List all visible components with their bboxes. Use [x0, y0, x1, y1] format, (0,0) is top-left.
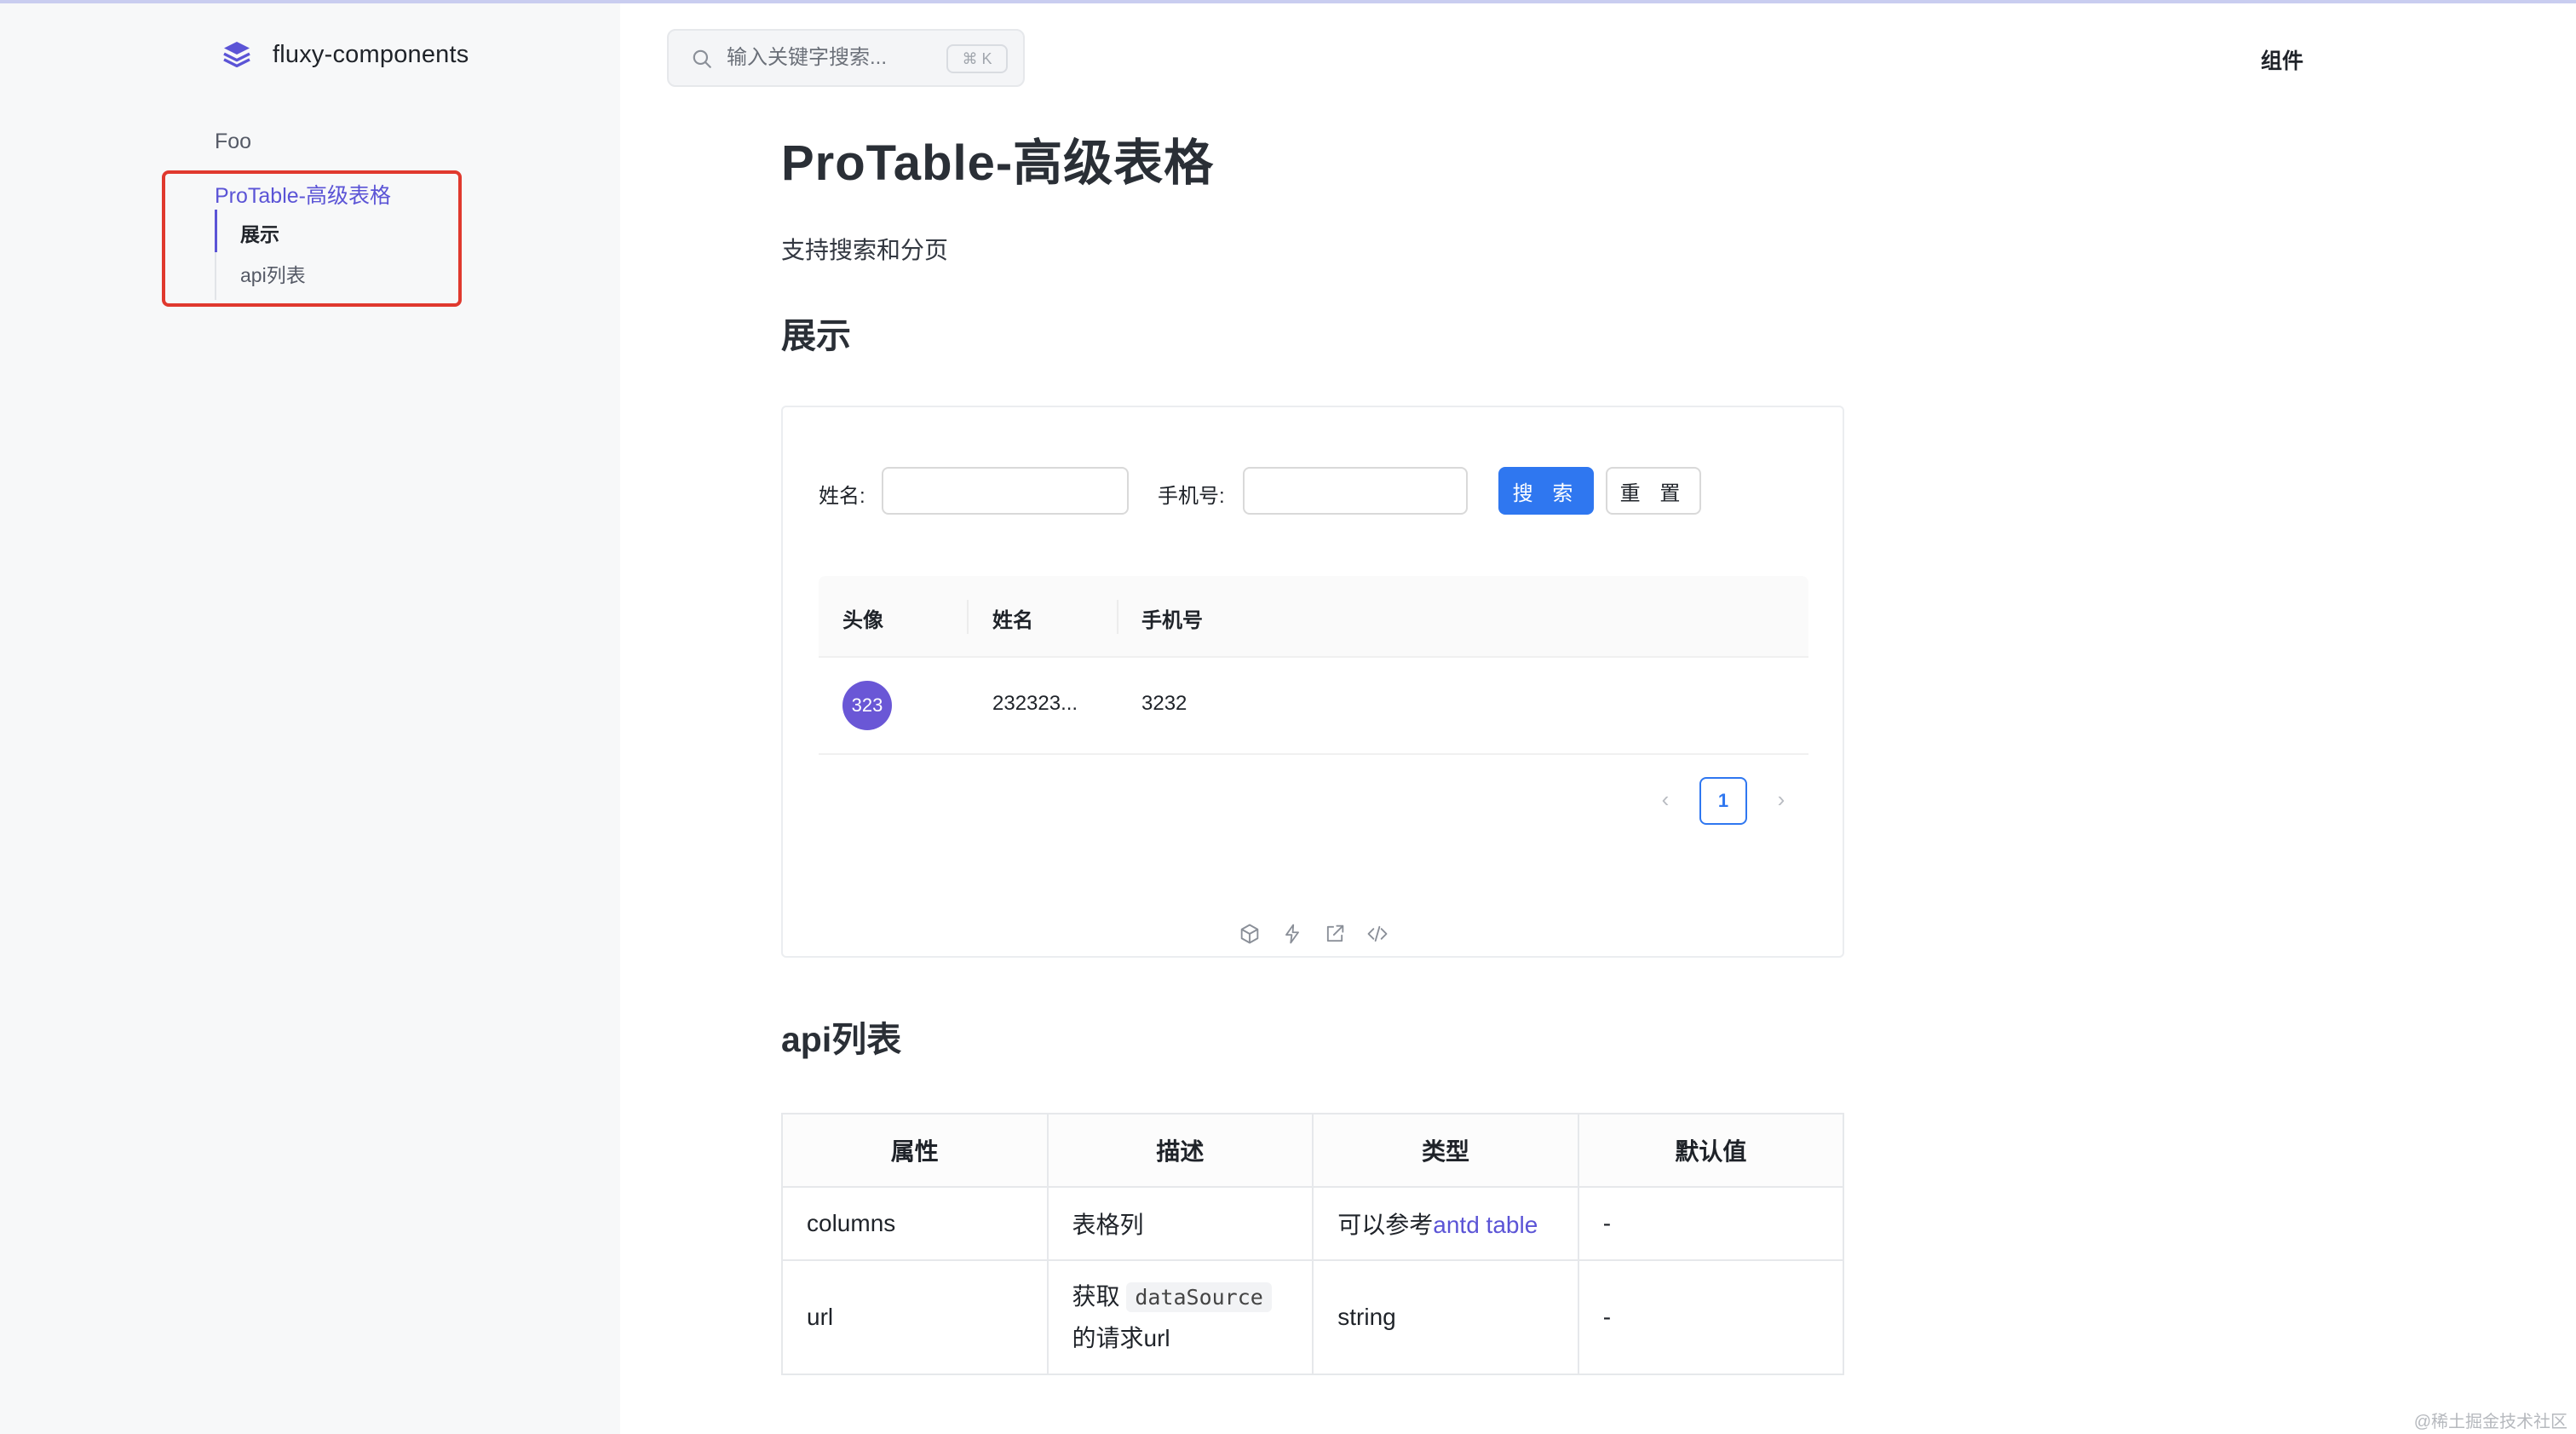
api-table: 属性 描述 类型 默认值 columns 表格列 可以参考antd table … [781, 1113, 1845, 1375]
table-row[interactable]: 323 232323... 3232 [819, 658, 1808, 755]
inline-code: dataSource [1126, 1281, 1272, 1312]
reset-button[interactable]: 重 置 [1606, 467, 1701, 515]
sidebar-item-protable[interactable]: ProTable-高级表格 [215, 179, 391, 210]
codesandbox-icon[interactable] [1238, 922, 1262, 946]
api-table-row: url 获取 dataSource 的请求url string - [781, 1259, 1845, 1375]
logo[interactable]: fluxy-components [220, 37, 469, 72]
section-title-demo: 展示 [781, 316, 851, 355]
lightning-icon[interactable] [1280, 922, 1304, 946]
desc-suffix: 的请求url [1072, 1324, 1170, 1351]
pagination-prev-button[interactable]: ‹ [1648, 782, 1682, 816]
column-divider [1117, 600, 1118, 634]
column-header-phone[interactable]: 手机号 [1141, 603, 1203, 633]
name-label: 姓名: [819, 485, 865, 508]
desc-prefix: 获取 [1072, 1282, 1120, 1310]
column-header-name[interactable]: 姓名 [992, 603, 1033, 633]
api-cell-prop: columns [781, 1186, 1049, 1261]
phone-input[interactable] [1243, 467, 1468, 515]
api-table-row: columns 表格列 可以参考antd table - [781, 1186, 1845, 1261]
type-prefix: 可以参考 [1337, 1212, 1434, 1238]
api-cell-default: - [1577, 1186, 1845, 1261]
api-cell-default: - [1577, 1259, 1845, 1375]
search-shortcut-badge: ⌘ K [946, 44, 1008, 73]
sidebar-item-foo[interactable]: Foo [215, 130, 251, 154]
app-title: fluxy-components [273, 40, 469, 68]
pagination-next-button[interactable]: › [1764, 782, 1798, 816]
search-icon [693, 49, 711, 68]
watermark: @稀土掘金技术社区 [2413, 1413, 2567, 1431]
subnav-active-indicator [215, 210, 217, 252]
page-description: 支持搜索和分页 [781, 237, 949, 263]
section-title-api: api列表 [781, 1020, 902, 1059]
phone-label: 手机号: [1158, 485, 1225, 508]
page-title: ProTable-高级表格 [781, 135, 1215, 191]
api-header-desc: 描述 [1046, 1113, 1314, 1188]
api-table-header: 属性 描述 类型 默认值 [781, 1113, 1845, 1188]
sidebar-subitem-demo[interactable]: 展示 [240, 218, 279, 247]
api-cell-desc: 表格列 [1046, 1186, 1314, 1261]
sidebar-subitem-api[interactable]: api列表 [240, 259, 306, 288]
search-bar[interactable]: ⌘ K [667, 29, 1025, 87]
api-cell-type: string [1312, 1259, 1579, 1375]
pagination-page-1[interactable]: 1 [1699, 777, 1747, 825]
table-header: 头像 姓名 手机号 [819, 576, 1808, 658]
api-header-prop: 属性 [781, 1113, 1049, 1188]
sidebar: fluxy-components Foo ProTable-高级表格 展示 ap… [0, 3, 620, 1434]
api-cell-prop: url [781, 1259, 1049, 1375]
demo-preview-card: 姓名: 手机号: 搜 索 重 置 头像 姓名 手机号 323 232323...… [781, 406, 1844, 958]
api-cell-type: 可以参考antd table [1312, 1186, 1579, 1261]
code-icon[interactable] [1366, 922, 1389, 946]
search-input[interactable] [727, 43, 940, 73]
antd-table-link[interactable]: antd table [1433, 1212, 1538, 1238]
search-button[interactable]: 搜 索 [1498, 467, 1594, 515]
cell-name: 232323... [992, 692, 1078, 715]
column-divider [967, 600, 969, 634]
layers-icon [223, 42, 250, 68]
api-header-default: 默认值 [1577, 1113, 1845, 1188]
demo-actions [1238, 922, 1389, 946]
api-header-type: 类型 [1312, 1113, 1579, 1188]
external-link-icon[interactable] [1323, 922, 1347, 946]
column-header-avatar[interactable]: 头像 [842, 603, 883, 633]
nav-link-components[interactable]: 组件 [2261, 44, 2303, 75]
name-input[interactable] [882, 467, 1129, 515]
api-cell-desc: 获取 dataSource 的请求url [1046, 1259, 1314, 1375]
cell-phone: 3232 [1141, 692, 1187, 715]
avatar: 323 [842, 681, 892, 730]
